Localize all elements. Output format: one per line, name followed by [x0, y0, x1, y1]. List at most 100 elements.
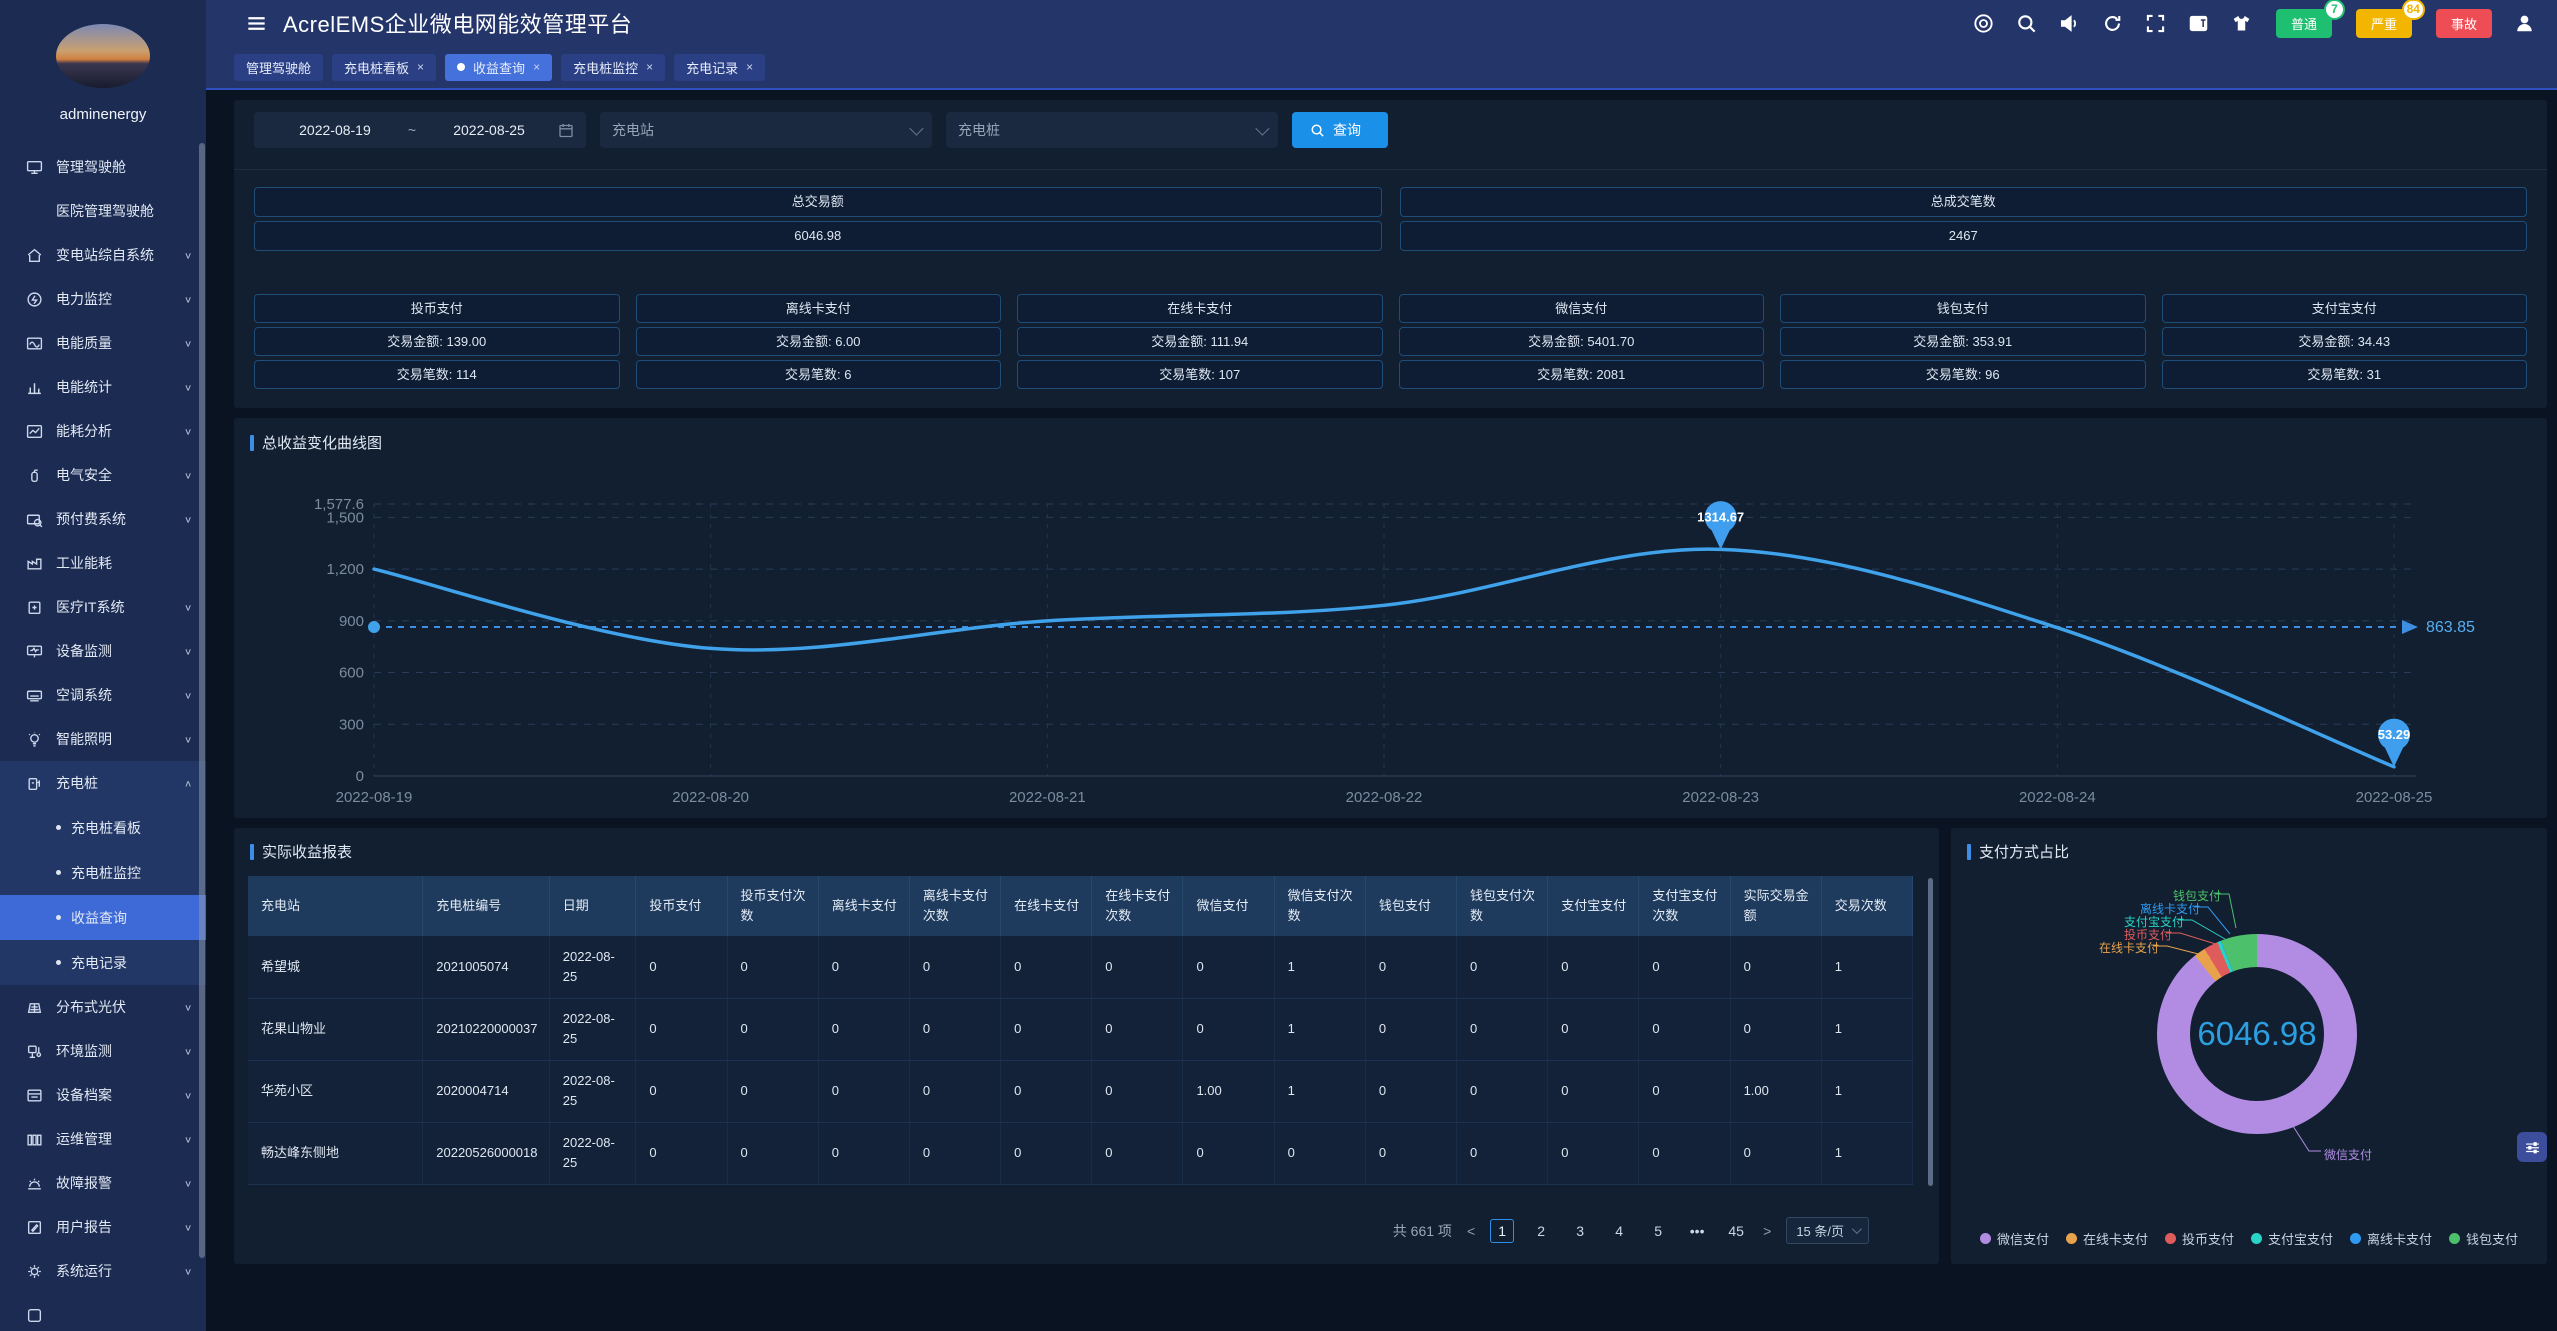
bullet-icon: [56, 960, 61, 965]
sidebar-subitem-label: 充电记录: [71, 953, 127, 973]
menu-icon[interactable]: [246, 13, 267, 34]
sidebar-item-label: 空调系统: [56, 685, 184, 705]
power-icon: [26, 291, 43, 308]
sidebar-node: 分布式光伏 ∨: [0, 985, 206, 1029]
page-number[interactable]: 3: [1568, 1219, 1592, 1243]
sidebar-item[interactable]: 空调系统 ∨: [0, 673, 206, 717]
station-select[interactable]: 充电站: [600, 112, 932, 148]
sidebar-item[interactable]: 工业能耗: [0, 541, 206, 585]
table-cell: 2021005074: [423, 936, 550, 998]
svg-text:2022-08-22: 2022-08-22: [1346, 789, 1423, 806]
help-ring-icon[interactable]: [1973, 13, 1994, 34]
sidebar-item-label: 电能质量: [56, 333, 184, 353]
sidebar-node: 电气安全 ∨: [0, 453, 206, 497]
tab-label: 收益查询: [473, 58, 525, 77]
table-scrollbar[interactable]: [1928, 878, 1933, 1186]
table-cell: 畅达峰东侧地: [248, 1122, 423, 1184]
tab[interactable]: 管理驾驶舱: [234, 54, 323, 81]
sidebar-item[interactable]: 故障报警 ∨: [0, 1161, 206, 1205]
username: adminenergy: [0, 106, 206, 123]
sidebar-subitem[interactable]: 充电桩监控: [0, 850, 206, 895]
donut-center-value: 6046.98: [2157, 934, 2357, 1134]
sidebar-item[interactable]: 分布式光伏 ∨: [0, 985, 206, 1029]
table-cell: 2022-08-25: [549, 1060, 636, 1122]
sidebar-item[interactable]: 医疗IT系统 ∨: [0, 585, 206, 629]
payment-card-title: 离线卡支付: [636, 294, 1002, 323]
chevron-icon: ∨: [184, 1266, 192, 1276]
avatar[interactable]: [56, 24, 150, 88]
alarm-level-button[interactable]: 普通 7: [2276, 9, 2332, 38]
stats-icon: [26, 379, 43, 396]
sidebar-item[interactable]: 充电桩 ∧: [0, 761, 206, 805]
page-size-select[interactable]: 15 条/页: [1786, 1217, 1869, 1244]
top-header: AcrelEMS企业微电网能效管理平台 A: [206, 0, 2557, 46]
sidebar-item[interactable]: 智能照明 ∨: [0, 717, 206, 761]
table-cell: 0: [636, 1122, 727, 1184]
page-number[interactable]: 2: [1529, 1219, 1553, 1243]
speaker-icon[interactable]: [2059, 13, 2080, 34]
tab[interactable]: 充电桩看板 ×: [332, 54, 436, 81]
sidebar-item[interactable]: 用户报告 ∨: [0, 1205, 206, 1249]
tab[interactable]: 收益查询 ×: [445, 54, 552, 81]
sidebar-item[interactable]: 环境监测 ∨: [0, 1029, 206, 1073]
sidebar-subitem[interactable]: 充电桩看板: [0, 805, 206, 850]
page-number[interactable]: 5: [1646, 1219, 1670, 1243]
sidebar-item[interactable]: 管理驾驶舱: [0, 145, 206, 189]
date-range-input[interactable]: 2022-08-19 ~ 2022-08-25: [254, 112, 586, 148]
table-cell: 2022-08-25: [549, 998, 636, 1060]
sidebar-item[interactable]: 能耗分析 ∨: [0, 409, 206, 453]
sidebar-item[interactable]: [0, 1293, 206, 1331]
user-icon[interactable]: [2514, 13, 2535, 34]
tab[interactable]: 充电桩监控 ×: [561, 54, 665, 81]
table-header-row: 充电站充电桩编号日期投币支付投币支付次数离线卡支付离线卡支付次数在线卡支付在线卡…: [248, 876, 1913, 936]
sidebar-item[interactable]: 医院管理驾驶舱: [0, 189, 206, 233]
page-number[interactable]: •••: [1685, 1219, 1709, 1243]
total-card: 总成交笔数 2467: [1400, 187, 2528, 255]
chevron-icon: ∨: [184, 426, 192, 436]
sidebar-item[interactable]: 电力监控 ∨: [0, 277, 206, 321]
theme-shirt-icon[interactable]: [2231, 13, 2252, 34]
sidebar-subitem[interactable]: 充电记录: [0, 940, 206, 985]
translate-icon[interactable]: A: [2188, 13, 2209, 34]
sidebar-item[interactable]: 设备档案 ∨: [0, 1073, 206, 1117]
page-number[interactable]: 1: [1490, 1219, 1514, 1243]
table-cell: 0: [818, 936, 909, 998]
payment-card: 微信支付 交易金额: 5401.70 交易笔数: 2081: [1399, 294, 1765, 393]
search-button[interactable]: 查询: [1292, 112, 1388, 148]
tab-close-icon[interactable]: ×: [646, 60, 653, 74]
sidebar-item[interactable]: 设备监测 ∨: [0, 629, 206, 673]
refresh-icon[interactable]: [2102, 13, 2123, 34]
sidebar-item[interactable]: 预付费系统 ∨: [0, 497, 206, 541]
sidebar-item[interactable]: 电能统计 ∨: [0, 365, 206, 409]
table-cell: 0: [1457, 936, 1548, 998]
sidebar-item[interactable]: 电气安全 ∨: [0, 453, 206, 497]
tab-close-icon[interactable]: ×: [417, 60, 424, 74]
payment-card: 支付宝支付 交易金额: 34.43 交易笔数: 31: [2162, 294, 2528, 393]
prev-page-button[interactable]: <: [1467, 1223, 1475, 1239]
svg-text:2022-08-23: 2022-08-23: [1682, 789, 1759, 806]
alarm-level-button[interactable]: 严重 84: [2356, 9, 2412, 38]
pile-select[interactable]: 充电桩: [946, 112, 1278, 148]
sidebar-scrollbar[interactable]: [199, 143, 205, 1258]
page-number[interactable]: 4: [1607, 1219, 1631, 1243]
next-page-button[interactable]: >: [1763, 1223, 1771, 1239]
sidebar-item[interactable]: 系统运行 ∨: [0, 1249, 206, 1293]
sidebar-item[interactable]: 电能质量 ∨: [0, 321, 206, 365]
tab[interactable]: 充电记录 ×: [674, 54, 765, 81]
sidebar-item[interactable]: 变电站综自系统 ∨: [0, 233, 206, 277]
sidebar-subitem[interactable]: 收益查询: [0, 895, 206, 940]
tab-close-icon[interactable]: ×: [533, 60, 540, 74]
svg-text:53.29: 53.29: [2378, 727, 2411, 742]
tab-close-icon[interactable]: ×: [746, 60, 753, 74]
payment-card-amount: 交易金额: 139.00: [254, 327, 620, 356]
search-icon[interactable]: [2016, 13, 2037, 34]
fullscreen-icon[interactable]: [2145, 13, 2166, 34]
svg-text:2022-08-21: 2022-08-21: [1009, 789, 1086, 806]
payment-share-panel: 支付方式占比 6046.98 钱包支付: [1951, 828, 2547, 1264]
table-cell: 20210220000037: [423, 998, 550, 1060]
sidebar-item[interactable]: 运维管理 ∨: [0, 1117, 206, 1161]
page-number[interactable]: 45: [1724, 1219, 1748, 1243]
total-card-title: 总成交笔数: [1400, 187, 2528, 217]
analysis-icon: [26, 423, 43, 440]
alarm-level-button[interactable]: 事故: [2436, 9, 2492, 38]
